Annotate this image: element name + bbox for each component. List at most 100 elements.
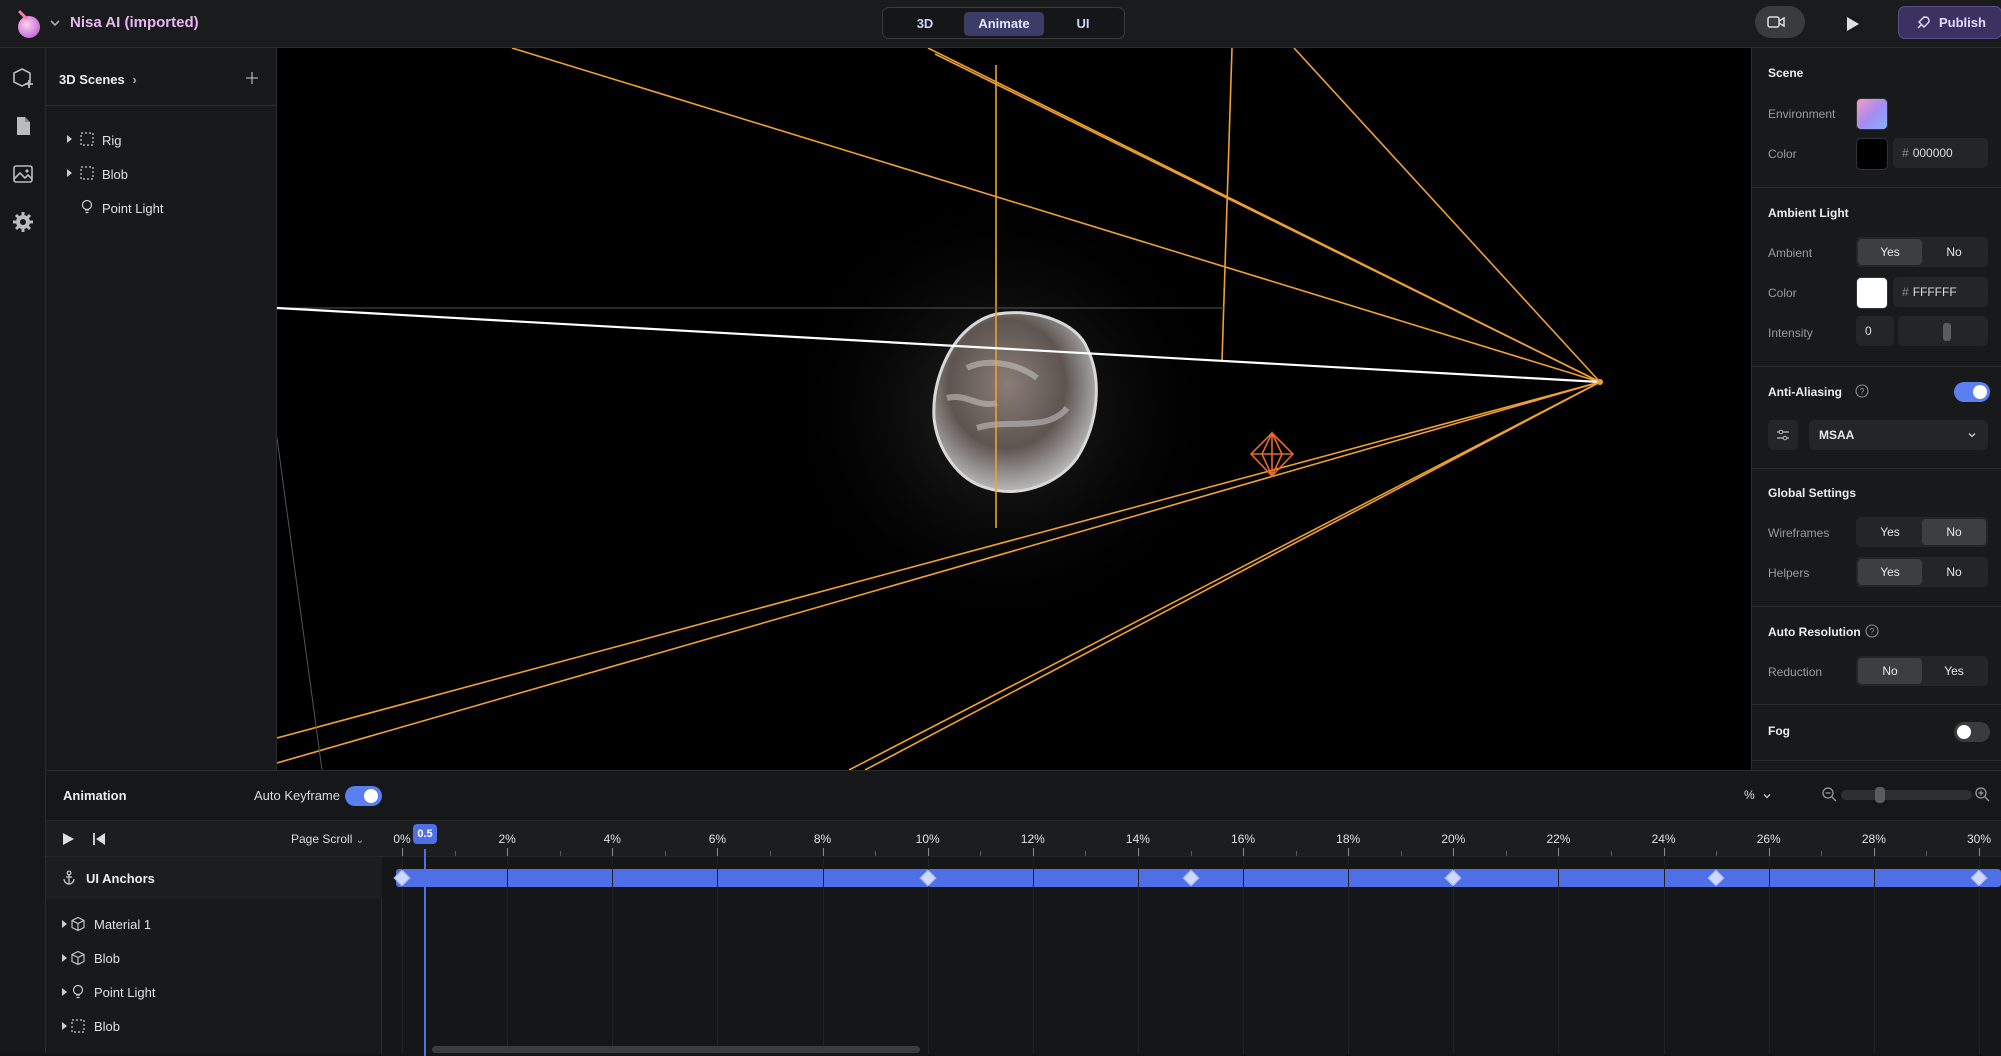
tree-item-label: Blob bbox=[102, 167, 129, 182]
3d-viewport[interactable] bbox=[277, 48, 1751, 770]
toggle-knob bbox=[1957, 725, 1971, 739]
slider-thumb[interactable] bbox=[1943, 323, 1951, 341]
intensity-label: Intensity bbox=[1768, 326, 1813, 340]
aa-mode-value: MSAA bbox=[1819, 428, 1855, 442]
divider bbox=[1752, 760, 2001, 761]
unit-select[interactable]: % bbox=[1744, 788, 1772, 802]
help-icon[interactable]: ? bbox=[1855, 384, 1869, 398]
chevron-down-icon[interactable] bbox=[49, 16, 61, 30]
ambient-color-swatch[interactable] bbox=[1856, 277, 1888, 309]
chevron-down-icon: ⌄ bbox=[355, 835, 365, 846]
fog-toggle[interactable] bbox=[1954, 722, 1990, 742]
tree-item-rig[interactable]: Rig bbox=[46, 124, 277, 154]
zoom-slider[interactable] bbox=[1841, 790, 1972, 800]
scene-color-input[interactable]: #000000 bbox=[1893, 138, 1988, 168]
track-row-point-light[interactable]: Point Light bbox=[46, 975, 382, 1009]
divider bbox=[46, 105, 277, 106]
track-label: Material 1 bbox=[94, 917, 152, 932]
zoom-slider-thumb[interactable] bbox=[1875, 787, 1885, 803]
caret-right-icon[interactable] bbox=[60, 1021, 68, 1031]
play-icon[interactable] bbox=[1840, 12, 1864, 36]
timeline-gridline bbox=[1558, 857, 1560, 1054]
timeline-gridline bbox=[1979, 857, 1980, 1054]
image-icon[interactable] bbox=[11, 162, 35, 186]
helpers-yes-option[interactable]: Yes bbox=[1858, 559, 1922, 585]
timeline-gridline bbox=[1453, 857, 1455, 1054]
publish-button[interactable]: Publish bbox=[1898, 6, 2001, 39]
intensity-input[interactable]: 0 bbox=[1856, 316, 1894, 346]
settings-gear-icon[interactable] bbox=[11, 210, 35, 234]
global-settings-title: Global Settings bbox=[1768, 486, 1857, 500]
tab-3d[interactable]: 3D bbox=[887, 12, 963, 36]
tree-item-blob[interactable]: Blob bbox=[46, 158, 277, 188]
ambient-color-label: Color bbox=[1768, 286, 1797, 300]
ruler-tick bbox=[822, 848, 824, 856]
caret-right-icon[interactable] bbox=[60, 919, 68, 929]
reduction-no-option[interactable]: No bbox=[1858, 658, 1922, 684]
ruler-tick bbox=[927, 848, 929, 856]
caret-right-icon[interactable] bbox=[60, 987, 68, 997]
zoom-in-icon[interactable] bbox=[1974, 786, 1990, 802]
add-scene-icon[interactable] bbox=[244, 70, 260, 86]
timeline-scrollbar[interactable] bbox=[432, 1046, 920, 1053]
viewport-canvas[interactable] bbox=[277, 48, 1751, 770]
ambient-yes-option[interactable]: Yes bbox=[1858, 239, 1922, 265]
ruler-label: 6% bbox=[708, 832, 727, 846]
trigger-select[interactable]: Page Scroll ⌄ bbox=[291, 832, 364, 846]
tab-ui[interactable]: UI bbox=[1045, 12, 1121, 36]
scenes-title[interactable]: 3D Scenes › bbox=[59, 72, 137, 87]
ruler-label: 22% bbox=[1546, 832, 1571, 846]
point-light-helper[interactable] bbox=[1249, 431, 1295, 478]
playhead-badge[interactable]: 0.5 bbox=[413, 824, 437, 844]
ruler-label: 4% bbox=[603, 832, 621, 846]
track-row-blob-group[interactable]: Blob bbox=[46, 1009, 382, 1043]
ruler-minor-tick bbox=[1926, 851, 1928, 856]
ruler-minor-tick bbox=[1505, 851, 1507, 856]
ruler-minor-tick bbox=[1085, 851, 1087, 856]
add-object-icon[interactable] bbox=[11, 66, 35, 90]
ruler-minor-tick bbox=[559, 851, 561, 856]
environment-swatch[interactable] bbox=[1856, 98, 1888, 130]
timeline-tracks[interactable] bbox=[382, 857, 2001, 1054]
playhead-line[interactable] bbox=[424, 849, 426, 1056]
project-name[interactable]: Nisa AI (imported) bbox=[70, 14, 199, 31]
play-icon[interactable] bbox=[60, 831, 76, 847]
ui-anchors-row[interactable]: UI Anchors bbox=[46, 857, 382, 899]
blob-mesh[interactable] bbox=[932, 311, 1098, 493]
anti-aliasing-toggle[interactable] bbox=[1954, 382, 1990, 402]
svg-text:?: ? bbox=[1859, 387, 1864, 397]
tree-item-point-light[interactable]: Point Light bbox=[46, 192, 277, 222]
intensity-slider[interactable] bbox=[1898, 316, 1988, 346]
track-row-material[interactable]: Material 1 bbox=[46, 907, 382, 941]
caret-right-icon[interactable] bbox=[60, 953, 68, 963]
timeline-gridline bbox=[1768, 857, 1770, 1054]
app-logo[interactable] bbox=[12, 8, 44, 40]
wireframes-yes-option[interactable]: Yes bbox=[1858, 519, 1922, 545]
reduction-segmented: No Yes bbox=[1856, 656, 1988, 686]
aa-settings-button[interactable] bbox=[1768, 420, 1798, 450]
aa-mode-select[interactable]: MSAA bbox=[1809, 420, 1988, 450]
track-row-blob[interactable]: Blob bbox=[46, 941, 382, 975]
helpers-no-option[interactable]: No bbox=[1922, 559, 1986, 585]
document-icon[interactable] bbox=[11, 114, 35, 138]
wireframes-segmented: Yes No bbox=[1856, 517, 1988, 547]
bounding-box-icon bbox=[80, 132, 94, 146]
auto-keyframe-toggle[interactable] bbox=[345, 786, 382, 806]
properties-panel: Scene Environment Color #000000 Ambient … bbox=[1751, 48, 2001, 770]
ruler-tick bbox=[1979, 848, 1980, 856]
skip-to-start-icon[interactable] bbox=[91, 831, 107, 847]
wireframes-no-option[interactable]: No bbox=[1922, 519, 1986, 545]
reduction-yes-option[interactable]: Yes bbox=[1922, 658, 1986, 684]
help-icon[interactable]: ? bbox=[1865, 624, 1879, 638]
scene-color-swatch[interactable] bbox=[1856, 138, 1888, 170]
ruler-label: 10% bbox=[915, 832, 940, 846]
zoom-out-icon[interactable] bbox=[1821, 786, 1837, 802]
tab-animate[interactable]: Animate bbox=[964, 12, 1044, 36]
camera-toggle[interactable] bbox=[1755, 6, 1805, 38]
caret-right-icon[interactable] bbox=[65, 168, 73, 178]
ambient-color-input[interactable]: # FFFFFF bbox=[1893, 277, 1988, 307]
timeline-ruler[interactable]: 0% 2% 4% 6% 8% 10% 12% 14% 16% 18% 20% 22% 24% 26% 28%… bbox=[382, 820, 2001, 857]
ruler-label: 26% bbox=[1756, 832, 1781, 846]
caret-right-icon[interactable] bbox=[65, 134, 73, 144]
ambient-no-option[interactable]: No bbox=[1922, 239, 1986, 265]
